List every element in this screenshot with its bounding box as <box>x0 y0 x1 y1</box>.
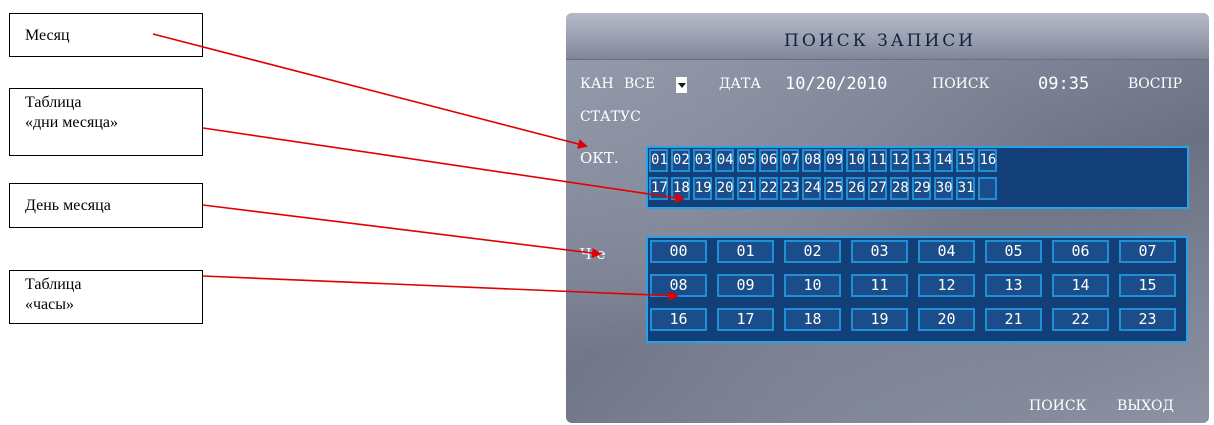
bottom-search-button[interactable]: ПОИСК <box>1029 398 1086 414</box>
hour-cell[interactable]: 08 <box>650 274 707 297</box>
callout-hours-table-line1: Таблица <box>25 276 82 293</box>
record-search-screen: ПОИСК ЗАПИСИ КАН ВСЕ ДАТА 10/20/2010 ПОИ… <box>566 13 1209 423</box>
day-cell[interactable]: 28 <box>889 177 909 200</box>
day-cell[interactable]: 03 <box>692 149 712 172</box>
day-cell[interactable]: 04 <box>714 149 734 172</box>
hour-cell[interactable]: 22 <box>1052 308 1109 331</box>
arrow-month <box>152 33 588 149</box>
hour-cell[interactable]: 21 <box>985 308 1042 331</box>
day-cell[interactable]: 14 <box>933 149 953 172</box>
day-cell[interactable]: 31 <box>955 177 975 200</box>
callout-days-table: Таблица «дни месяца» <box>9 88 203 156</box>
day-cell[interactable]: 18 <box>670 177 690 200</box>
day-cell[interactable]: 25 <box>824 177 844 200</box>
hour-cell[interactable]: 17 <box>717 308 774 331</box>
day-cell[interactable]: 08 <box>802 149 822 172</box>
callout-days-table-line1: Таблица <box>25 94 82 111</box>
hour-label: Ч-е <box>580 245 606 263</box>
hour-cell[interactable]: 19 <box>851 308 908 331</box>
day-cell[interactable]: 23 <box>780 177 800 200</box>
hour-cell[interactable]: 03 <box>851 240 908 263</box>
screen-background <box>566 13 1209 423</box>
hour-cell[interactable]: 15 <box>1119 274 1176 297</box>
hour-cell[interactable]: 07 <box>1119 240 1176 263</box>
date-field[interactable]: 10/20/2010 <box>785 74 887 94</box>
hour-cell[interactable]: 20 <box>918 308 975 331</box>
day-cell[interactable]: 19 <box>692 177 712 200</box>
hour-cell[interactable]: 09 <box>717 274 774 297</box>
day-cell[interactable]: 07 <box>780 149 800 172</box>
day-cell[interactable]: 06 <box>758 149 778 172</box>
day-cell[interactable]: 30 <box>933 177 953 200</box>
day-cell[interactable]: 13 <box>911 149 931 172</box>
channel-label: КАН <box>580 76 614 92</box>
day-cell[interactable]: 15 <box>955 149 975 172</box>
time-display: 09:35 <box>1038 74 1090 94</box>
day-cell[interactable]: 01 <box>649 149 668 172</box>
exit-button[interactable]: ВЫХОД <box>1117 398 1174 414</box>
hour-cell[interactable]: 02 <box>784 240 841 263</box>
hour-cell[interactable]: 13 <box>985 274 1042 297</box>
callout-day: День месяца <box>9 183 203 228</box>
hour-cell[interactable]: 04 <box>918 240 975 263</box>
screen-title: ПОИСК ЗАПИСИ <box>784 31 977 51</box>
hour-cell[interactable]: 18 <box>784 308 841 331</box>
callout-days-table-line2: «дни месяца» <box>25 114 119 131</box>
day-cell[interactable]: 22 <box>758 177 778 200</box>
day-cell[interactable]: 27 <box>868 177 887 200</box>
hour-cell[interactable]: 11 <box>851 274 908 297</box>
day-cell[interactable]: 05 <box>736 149 756 172</box>
play-button[interactable]: ВОСПР <box>1128 76 1182 92</box>
day-cell[interactable] <box>977 177 997 200</box>
hour-cell[interactable]: 10 <box>784 274 841 297</box>
day-cell[interactable]: 16 <box>977 149 997 172</box>
day-cell[interactable]: 10 <box>846 149 866 172</box>
date-label: ДАТА <box>719 76 761 92</box>
day-cell[interactable]: 20 <box>714 177 734 200</box>
callout-month-text: Месяц <box>25 27 70 44</box>
month-label: ОКТ. <box>580 149 619 167</box>
title-bar: ПОИСК ЗАПИСИ <box>566 13 1209 60</box>
day-cell[interactable]: 17 <box>649 177 668 200</box>
hour-cell[interactable]: 14 <box>1052 274 1109 297</box>
day-cell[interactable]: 21 <box>736 177 756 200</box>
hour-cell[interactable]: 06 <box>1052 240 1109 263</box>
channel-select[interactable]: ВСЕ <box>624 76 655 92</box>
callout-hours-table: Таблица «часы» <box>9 270 203 324</box>
day-cell[interactable]: 29 <box>911 177 931 200</box>
day-cell[interactable]: 26 <box>846 177 866 200</box>
day-cell[interactable]: 09 <box>824 149 844 172</box>
status-label: СТАТУС <box>580 109 641 125</box>
day-cell[interactable]: 11 <box>868 149 887 172</box>
hour-cell[interactable]: 00 <box>650 240 707 263</box>
callout-day-text: День месяца <box>25 197 111 214</box>
callout-month: Месяц <box>9 13 203 57</box>
day-cell[interactable]: 24 <box>802 177 822 200</box>
hour-cell[interactable]: 12 <box>918 274 975 297</box>
arrow-day <box>202 204 602 258</box>
hour-cell[interactable]: 16 <box>650 308 707 331</box>
hour-cell[interactable]: 01 <box>717 240 774 263</box>
day-cell[interactable]: 12 <box>889 149 909 172</box>
search-button[interactable]: ПОИСК <box>932 76 989 92</box>
day-cell[interactable]: 02 <box>670 149 690 172</box>
callout-hours-table-line2: «часы» <box>25 296 74 313</box>
chevron-down-icon[interactable] <box>676 77 687 93</box>
hour-cell[interactable]: 05 <box>985 240 1042 263</box>
hour-cell[interactable]: 23 <box>1119 308 1176 331</box>
